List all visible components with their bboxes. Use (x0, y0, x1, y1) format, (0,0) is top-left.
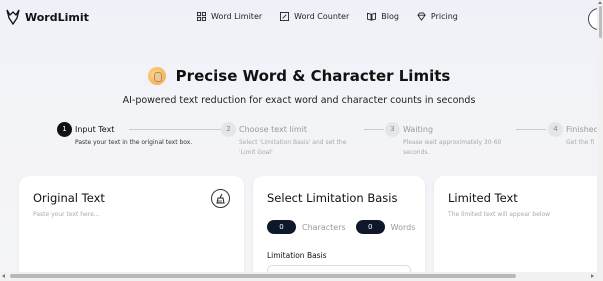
diamond-icon (417, 12, 426, 21)
wolf-logo-icon (6, 9, 20, 25)
limitation-basis-card: Select Limitation Basis 0 Characters 0 W… (253, 176, 425, 272)
original-text-input[interactable]: Paste your text here... (33, 211, 228, 271)
scroll-up-arrow-icon[interactable] (598, 1, 602, 4)
nav-link-label: Pricing (430, 12, 458, 21)
characters-label: Characters (302, 222, 346, 232)
step-description: Paste your text in the original text box… (75, 138, 192, 148)
nav-link-word-limiter[interactable]: Word Limiter (197, 12, 262, 21)
limited-text-output: The limited text will appear below (448, 211, 551, 218)
nav-link-label: Word Limiter (211, 12, 263, 21)
nav-link-label: Blog (381, 12, 399, 21)
scroll-left-arrow-icon[interactable] (2, 274, 5, 278)
limitation-basis-title: Select Limitation Basis (267, 191, 398, 205)
step-description-line: Please wait approximately 30-60 (403, 139, 502, 146)
step-title: Choose text limit (239, 125, 308, 134)
step-connector (129, 129, 221, 130)
grid-icon (197, 12, 206, 21)
progress-steps: 1 Input Text Paste your text in the orig… (57, 122, 598, 162)
page-title: Precise Word & Character Limits (175, 67, 451, 85)
step-number: 4 (548, 122, 563, 137)
limitation-basis-label: Limitation Basis (267, 251, 327, 260)
limited-text-card: Limited Text The limited text will appea… (434, 176, 598, 272)
step-title: Input Text (75, 125, 115, 134)
words-label: Words (390, 222, 416, 232)
step-title: Waiting (403, 125, 434, 134)
characters-count-badge: 0 (267, 220, 296, 234)
scroll-right-arrow-icon[interactable] (591, 274, 594, 278)
step-number: 3 (385, 122, 400, 137)
brand[interactable]: WordLimit (6, 9, 89, 25)
step-description: Please wait approximately 30-60 seconds. (403, 138, 501, 158)
horizontal-scroll-thumb[interactable] (10, 274, 516, 278)
step-description: Get the fi (566, 138, 594, 148)
edit-box-icon (280, 12, 290, 21)
nav-link-word-counter[interactable]: Word Counter (280, 12, 349, 21)
vertical-scrollbar[interactable] (597, 0, 603, 281)
step-description-line: Select 'Limitation Basis' and set the (239, 139, 347, 146)
clear-text-button[interactable] (211, 189, 230, 208)
step-description-line: 'Limit Goal' (239, 149, 273, 156)
brand-name: WordLimit (25, 10, 89, 24)
open-book-icon (367, 12, 377, 21)
step-description-line: Get the fi (566, 139, 595, 146)
original-text-title: Original Text (33, 191, 105, 205)
vertical-scroll-thumb[interactable] (599, 6, 602, 38)
nav-links: Word Limiter Word Counter Blog Pricing (197, 12, 458, 21)
nav-link-blog[interactable]: Blog (367, 12, 399, 21)
limited-text-title: Limited Text (448, 191, 518, 205)
nav-link-pricing[interactable]: Pricing (417, 12, 458, 21)
nav-link-label: Word Counter (294, 12, 350, 21)
step-connector (516, 129, 546, 130)
original-text-card: Original Text Paste your text here... (19, 176, 244, 272)
hero-title-row: Precise Word & Character Limits (0, 67, 598, 85)
step-description-line: seconds. (403, 149, 430, 156)
page: WordLimit Word Limiter Word Counter Blog… (0, 0, 598, 272)
top-nav: WordLimit Word Limiter Word Counter Blog… (0, 0, 598, 36)
waving-hand-icon (147, 67, 166, 85)
limitation-basis-select[interactable] (267, 265, 411, 272)
step-connector (364, 129, 384, 130)
step-description: Select 'Limitation Basis' and set the 'L… (239, 138, 346, 158)
step-number: 2 (221, 122, 236, 137)
step-description-line: Paste your text in the original text box… (75, 139, 193, 146)
step-title: Finished (566, 125, 598, 134)
broom-icon (216, 193, 225, 204)
count-row: 0 Characters 0 Words (267, 220, 419, 234)
words-count-badge: 0 (355, 220, 385, 234)
step-number: 1 (57, 122, 72, 137)
page-subtitle: AI-powered text reduction for exact word… (122, 95, 476, 106)
